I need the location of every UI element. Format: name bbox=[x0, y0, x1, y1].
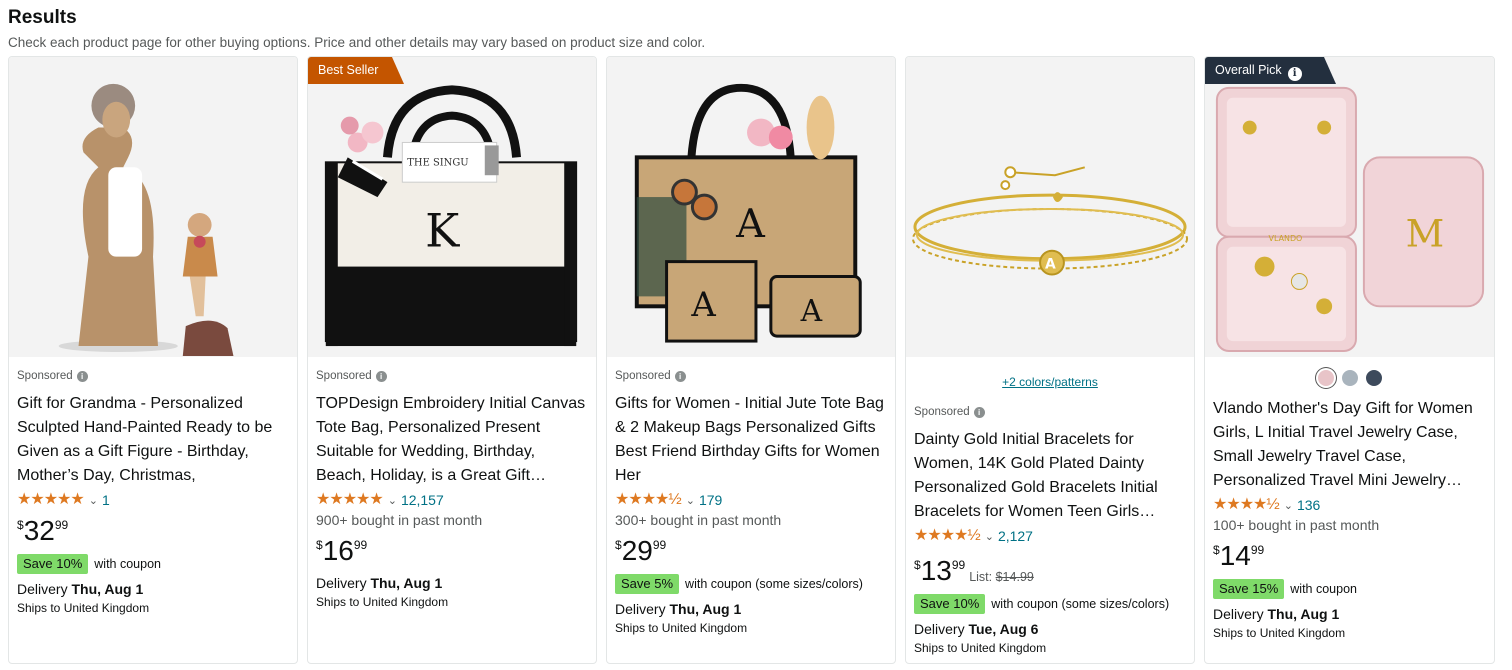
rating[interactable]: ★★★★½ ⌄ 2,127 bbox=[914, 526, 1186, 546]
coupon: Save 10% with coupon (some sizes/colors) bbox=[914, 594, 1186, 614]
star-rating-icon[interactable]: ★★★★★ bbox=[316, 490, 384, 510]
rating[interactable]: ★★★★★ ⌄ 1 bbox=[17, 490, 289, 510]
save-badge: Save 10% bbox=[17, 554, 89, 574]
jute-bag-illustration: A A A bbox=[607, 58, 895, 356]
bought-count: 100+ bought in past month bbox=[1213, 517, 1380, 533]
list-price: List: $14.99 bbox=[969, 570, 1034, 584]
info-icon[interactable]: i bbox=[1287, 67, 1302, 81]
save-badge: Save 10% bbox=[914, 594, 986, 614]
rating[interactable]: ★★★★½ ⌄ 136 bbox=[1213, 495, 1486, 515]
best-seller-badge: Best Seller bbox=[308, 57, 405, 84]
rating-count[interactable]: 12,157 bbox=[401, 492, 444, 508]
product-card[interactable]: A A A Sponsored i Gifts for Women - Init… bbox=[606, 56, 896, 664]
chevron-down-icon[interactable]: ⌄ bbox=[1284, 499, 1293, 512]
chevron-down-icon[interactable]: ⌄ bbox=[388, 494, 397, 507]
product-image[interactable]: THE SINGU K bbox=[308, 57, 596, 357]
info-icon[interactable]: i bbox=[375, 370, 387, 382]
color-swatch[interactable] bbox=[1365, 370, 1382, 386]
star-rating-icon[interactable]: ★★★★½ bbox=[914, 526, 981, 546]
chevron-down-icon[interactable]: ⌄ bbox=[686, 494, 695, 507]
tote-bag-illustration: THE SINGU K bbox=[308, 58, 596, 356]
svg-text:A: A bbox=[690, 285, 716, 324]
save-badge: Save 5% bbox=[615, 574, 680, 594]
svg-text:THE SINGU: THE SINGU bbox=[407, 157, 468, 168]
save-badge: Save 15% bbox=[1213, 579, 1285, 599]
product-grid: Sponsored i Gift for Grandma - Personali… bbox=[8, 56, 1495, 664]
product-card[interactable]: Sponsored i Gift for Grandma - Personali… bbox=[8, 56, 298, 664]
ships-to: Ships to United Kingdom bbox=[914, 641, 1047, 655]
bought-count: 900+ bought in past month bbox=[316, 512, 483, 528]
price[interactable]: $ 29 99 bbox=[615, 536, 887, 568]
chevron-down-icon[interactable]: ⌄ bbox=[89, 494, 98, 507]
results-title: Results bbox=[8, 7, 77, 28]
sponsored-label[interactable]: Sponsored i bbox=[914, 405, 1186, 419]
info-icon[interactable]: i bbox=[674, 370, 686, 382]
coupon-text: with coupon (some sizes/colors) bbox=[685, 577, 863, 591]
chevron-down-icon[interactable]: ⌄ bbox=[985, 530, 994, 543]
coupon: Save 15% with coupon bbox=[1213, 579, 1486, 599]
product-title[interactable]: Vlando Mother's Day Gift for Women Girls… bbox=[1213, 397, 1486, 493]
color-swatch[interactable] bbox=[1341, 370, 1358, 386]
info-icon[interactable]: i bbox=[76, 370, 88, 382]
product-title[interactable]: Dainty Gold Initial Bracelets for Women,… bbox=[914, 428, 1186, 524]
price[interactable]: $ 13 99 List: $14.99 bbox=[914, 556, 1186, 588]
star-rating-icon[interactable]: ★★★★★ bbox=[17, 490, 85, 510]
delivery-info: Delivery Thu, Aug 1 bbox=[1213, 606, 1340, 622]
ships-to: Ships to United Kingdom bbox=[1213, 626, 1346, 640]
star-rating-icon[interactable]: ★★★★½ bbox=[1213, 495, 1280, 515]
product-title[interactable]: Gifts for Women - Initial Jute Tote Bag … bbox=[615, 392, 887, 488]
info-icon[interactable]: i bbox=[973, 406, 985, 418]
delivery-info: Delivery Thu, Aug 1 bbox=[615, 601, 742, 617]
product-image[interactable]: A A A bbox=[607, 57, 895, 357]
coupon-text: with coupon bbox=[1290, 582, 1357, 596]
svg-text:A: A bbox=[1045, 257, 1056, 273]
sponsored-label[interactable]: Sponsored i bbox=[17, 369, 289, 383]
rating-count[interactable]: 2,127 bbox=[998, 528, 1033, 544]
product-title[interactable]: TOPDesign Embroidery Initial Canvas Tote… bbox=[316, 392, 588, 488]
coupon: Save 5% with coupon (some sizes/colors) bbox=[615, 574, 887, 594]
color-swatches bbox=[1213, 367, 1486, 389]
product-image[interactable] bbox=[9, 57, 297, 357]
price[interactable]: $ 32 99 bbox=[17, 516, 289, 548]
results-subtitle: Check each product page for other buying… bbox=[8, 35, 706, 50]
overall-pick-badge[interactable]: Overall Pick i bbox=[1205, 57, 1336, 84]
color-swatch[interactable] bbox=[1317, 370, 1334, 386]
sponsored-label[interactable]: Sponsored i bbox=[615, 369, 887, 383]
delivery-info: Delivery Thu, Aug 1 bbox=[17, 581, 144, 597]
delivery-info: Delivery Thu, Aug 1 bbox=[316, 575, 443, 591]
svg-text:VLANDO: VLANDO bbox=[1269, 234, 1303, 243]
price[interactable]: $ 14 99 bbox=[1213, 541, 1486, 573]
colors-patterns-link[interactable]: +2 colors/patterns bbox=[914, 375, 1186, 391]
rating-count[interactable]: 179 bbox=[699, 492, 722, 508]
product-card[interactable]: A +2 colors/patterns Sponsored i Dainty … bbox=[905, 56, 1195, 664]
svg-text:M: M bbox=[1406, 212, 1445, 256]
product-title[interactable]: Gift for Grandma - Personalized Sculpted… bbox=[17, 392, 289, 488]
figurine-illustration bbox=[9, 58, 297, 356]
coupon: Save 10% with coupon bbox=[17, 554, 289, 574]
rating-count[interactable]: 1 bbox=[102, 492, 110, 508]
coupon-text: with coupon bbox=[94, 557, 161, 571]
product-image[interactable]: VLANDO M bbox=[1205, 57, 1494, 357]
ships-to: Ships to United Kingdom bbox=[17, 601, 150, 615]
svg-text:A: A bbox=[735, 201, 766, 247]
rating-count[interactable]: 136 bbox=[1297, 497, 1320, 513]
price[interactable]: $ 16 99 bbox=[316, 536, 588, 568]
product-card[interactable]: Overall Pick i VLANDO M Vlando Mother's … bbox=[1204, 56, 1495, 664]
sponsored-label[interactable]: Sponsored i bbox=[316, 369, 588, 383]
jewelry-case-illustration: VLANDO M bbox=[1205, 58, 1494, 356]
delivery-info: Delivery Tue, Aug 6 bbox=[914, 621, 1039, 637]
rating[interactable]: ★★★★★ ⌄ 12,157 bbox=[316, 490, 588, 510]
svg-text:K: K bbox=[425, 205, 460, 258]
ships-to: Ships to United Kingdom bbox=[316, 595, 449, 609]
bracelet-illustration: A bbox=[906, 58, 1194, 356]
results-header: Results Check each product page for othe… bbox=[8, 6, 705, 50]
product-image[interactable]: A bbox=[906, 57, 1194, 357]
ships-to: Ships to United Kingdom bbox=[615, 621, 748, 635]
bought-count: 300+ bought in past month bbox=[615, 512, 782, 528]
coupon-text: with coupon (some sizes/colors) bbox=[991, 597, 1170, 611]
product-card[interactable]: Best Seller THE SINGU K Sponsored i TOPD… bbox=[307, 56, 597, 664]
rating[interactable]: ★★★★½ ⌄ 179 bbox=[615, 490, 887, 510]
svg-text:A: A bbox=[800, 294, 823, 329]
star-rating-icon[interactable]: ★★★★½ bbox=[615, 490, 682, 510]
